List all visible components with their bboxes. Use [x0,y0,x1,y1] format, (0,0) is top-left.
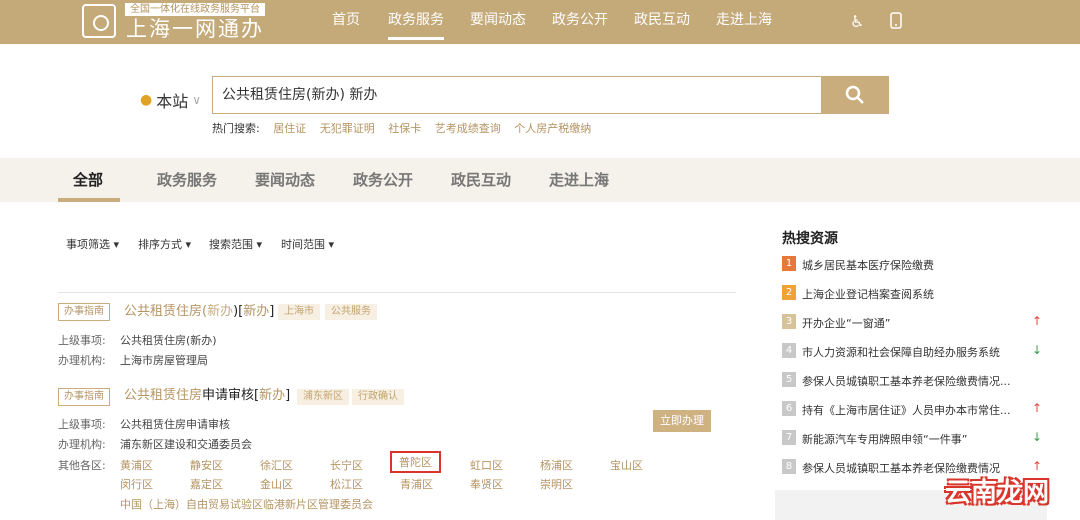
hot-link[interactable]: 无犯罪证明 [320,122,375,135]
district-link[interactable]: 中国（上海）自由贸易试验区临港新片区管理委员会 [120,496,373,512]
trend-up-icon: ↑ [1032,314,1043,328]
filter-sort[interactable]: 排序方式 ▾ [138,236,191,252]
filter-type[interactable]: 事项筛选 ▾ [66,236,119,252]
rank-badge: 7 [782,430,796,445]
result-title[interactable]: 公共租赁住房申请审核[新办] [124,387,290,405]
result-type-badge: 办事指南 [58,388,110,406]
district-link-highlighted[interactable]: 普陀区 [390,451,441,473]
hot-resource-link[interactable]: 开办企业“一窗通” [802,315,890,331]
parent-item: 上级事项: 公共租赁住房(新办) [58,334,217,347]
district-link[interactable]: 徐汇区 [260,457,293,473]
tab-all[interactable]: 全部 [73,158,103,202]
location-pin-icon: ● [140,92,153,108]
filter-time[interactable]: 时间范围 ▾ [281,236,334,252]
handling-org: 办理机构: 上海市房屋管理局 [58,354,208,367]
hot-link[interactable]: 个人房产税缴纳 [514,122,591,135]
logo-icon[interactable] [82,4,116,38]
tab-services[interactable]: 政务服务 [157,158,217,202]
nav-shanghai[interactable]: 走进上海 [716,0,772,40]
hot-searches: 热门搜索: 居住证 无犯罪证明 社保卡 艺考成绩查询 个人房产税缴纳 [212,120,591,136]
trend-down-icon: ↓ [1032,343,1043,357]
divider [58,292,736,293]
nav-interaction[interactable]: 政民互动 [634,0,690,40]
trend-down-icon: ↓ [1032,430,1043,444]
search-icon [845,85,864,104]
hot-resource-link[interactable]: 参保人员城镇职工基本养老保险缴费情况... [802,373,1011,389]
district-link[interactable]: 崇明区 [540,476,573,492]
accessibility-icon[interactable]: ♿ [850,12,864,31]
watermark: 云南龙网 [945,478,1050,508]
region-tag: 浦东新区 [297,389,349,405]
apply-now-button[interactable]: 立即办理 [653,410,711,432]
mobile-icon[interactable] [890,12,902,33]
hot-link[interactable]: 居住证 [273,122,306,135]
result-title[interactable]: 公共租赁住房(新办)[新办] [124,303,274,321]
hot-resource-link[interactable]: 持有《上海市居住证》人员申办本市常住... [802,402,1011,418]
tab-news[interactable]: 要闻动态 [255,158,315,202]
rank-badge: 6 [782,401,796,416]
district-link[interactable]: 长宁区 [330,457,363,473]
trend-up-icon: ↑ [1032,459,1043,473]
hot-resource-link[interactable]: 上海企业登记档案查阅系统 [802,286,934,302]
nav-open[interactable]: 政务公开 [552,0,608,40]
filter-scope[interactable]: 搜索范围 ▾ [209,236,262,252]
districts-label: 其他各区: [58,459,106,472]
rank-badge: 2 [782,285,796,300]
parent-item: 上级事项: 公共租赁住房申请审核 [58,418,230,431]
chevron-down-icon: ∨ [192,93,202,107]
district-link[interactable]: 宝山区 [610,457,643,473]
category-tag: 行政确认 [352,389,404,405]
result-type-badge: 办事指南 [58,303,110,321]
tab-open[interactable]: 政务公开 [353,158,413,202]
hot-link[interactable]: 社保卡 [388,122,421,135]
rank-badge: 1 [782,256,796,271]
hot-resource-link[interactable]: 新能源汽车专用牌照申领“一件事” [802,431,967,447]
hot-resource-link[interactable]: 城乡居民基本医疗保险缴费 [802,257,934,273]
nav-services[interactable]: 政务服务 [388,0,444,40]
active-tab-indicator [58,198,120,202]
hot-link[interactable]: 艺考成绩查询 [435,122,501,135]
result-tabs: 全部 政务服务 要闻动态 政务公开 政民互动 走进上海 [0,158,1080,202]
category-tag: 公共服务 [325,304,377,320]
nav-home[interactable]: 首页 [332,0,360,40]
rank-badge: 4 [782,343,796,358]
district-link[interactable]: 杨浦区 [540,457,573,473]
rank-badge: 8 [782,459,796,474]
hot-resources-title: 热搜资源 [782,231,838,247]
region-tag: 上海市 [278,304,320,320]
logo-title[interactable]: 上海一网通办 [126,17,264,41]
logo-subtitle: 全国一体化在线政务服务平台 [125,3,265,16]
district-link[interactable]: 黄浦区 [120,457,153,473]
nav-news[interactable]: 要闻动态 [470,0,526,40]
district-link[interactable]: 金山区 [260,476,293,492]
handling-org: 办理机构: 浦东新区建设和交通委员会 [58,438,252,451]
search-input[interactable]: 公共租赁住房(新办) 新办 [212,76,822,114]
hot-resource-link[interactable]: 市人力资源和社会保障自助经办服务系统 [802,344,1000,360]
tab-shanghai[interactable]: 走进上海 [549,158,609,202]
district-link[interactable]: 静安区 [190,457,223,473]
district-link[interactable]: 闵行区 [120,476,153,492]
district-link[interactable]: 松江区 [330,476,363,492]
rank-badge: 3 [782,314,796,329]
scope-selector[interactable]: ● 本站 ∨ [140,88,201,112]
hot-label: 热门搜索: [212,122,260,135]
district-link[interactable]: 虹口区 [470,457,503,473]
tab-interaction[interactable]: 政民互动 [451,158,511,202]
district-link[interactable]: 嘉定区 [190,476,223,492]
district-link[interactable]: 青浦区 [400,476,433,492]
trend-up-icon: ↑ [1032,401,1043,415]
search-button[interactable] [821,76,889,114]
rank-badge: 5 [782,372,796,387]
district-link[interactable]: 奉贤区 [470,476,503,492]
scope-label: 本站 [156,92,189,111]
top-navigation-bar: 全国一体化在线政务服务平台 上海一网通办 首页 政务服务 要闻动态 政务公开 政… [0,0,1080,44]
